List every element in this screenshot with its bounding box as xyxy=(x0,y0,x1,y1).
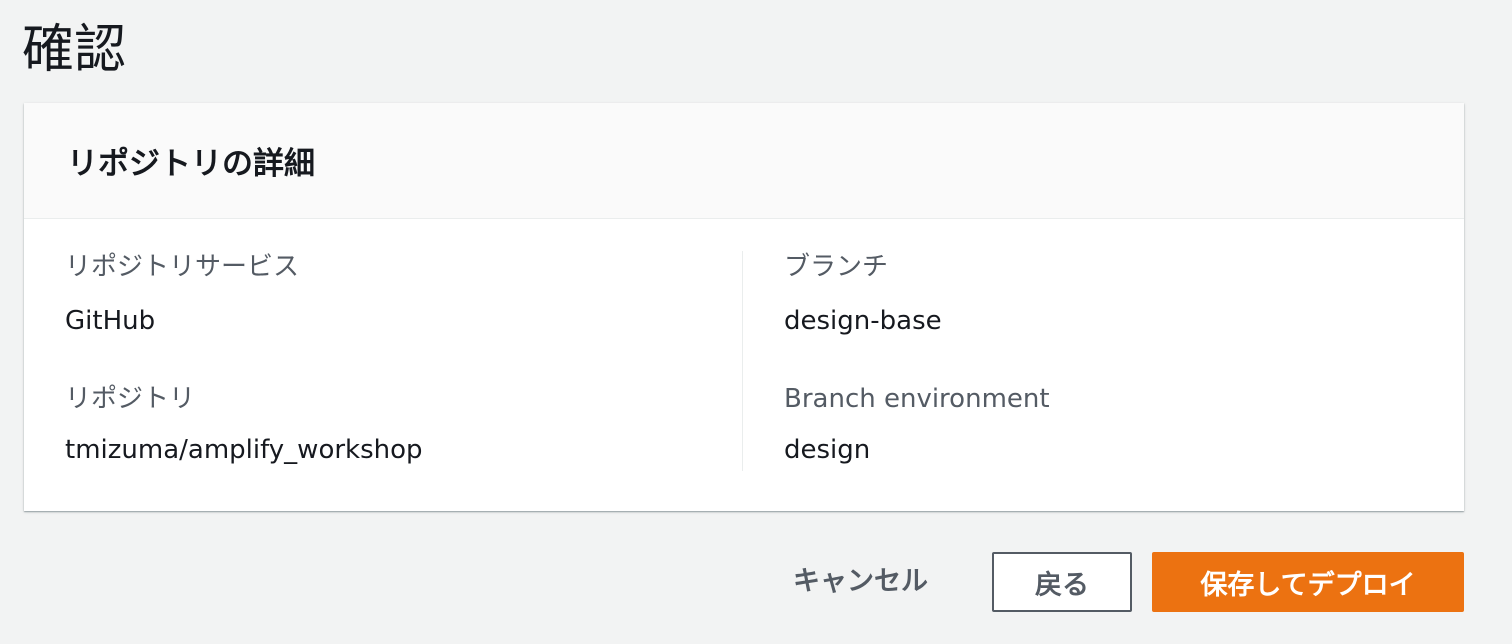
branch-label: ブランチ xyxy=(784,252,889,282)
panel-body: リポジトリサービス GitHub リポジトリ tmizuma/amplify_w… xyxy=(24,219,1464,511)
panel-header: リポジトリの詳細 xyxy=(24,103,1464,219)
branch-environment-label: Branch environment xyxy=(784,384,1050,414)
branch-value: design-base xyxy=(784,306,942,336)
panel-title: リポジトリの詳細 xyxy=(67,146,315,182)
cancel-button[interactable]: キャンセル xyxy=(793,552,928,612)
repository-service-value: GitHub xyxy=(65,306,156,336)
repository-value: tmizuma/amplify_workshop xyxy=(65,435,423,465)
repository-details-panel: リポジトリの詳細 リポジトリサービス GitHub リポジトリ tmizuma/… xyxy=(24,103,1464,511)
repository-label: リポジトリ xyxy=(65,384,196,414)
back-button[interactable]: 戻る xyxy=(992,552,1132,612)
repository-service-label: リポジトリサービス xyxy=(65,252,300,282)
save-and-deploy-button[interactable]: 保存してデプロイ xyxy=(1152,552,1464,612)
column-divider xyxy=(742,251,743,471)
form-actions: キャンセル 戻る 保存してデプロイ xyxy=(793,552,1464,612)
page-title: 確認 xyxy=(22,20,127,80)
branch-environment-value: design xyxy=(784,435,871,465)
